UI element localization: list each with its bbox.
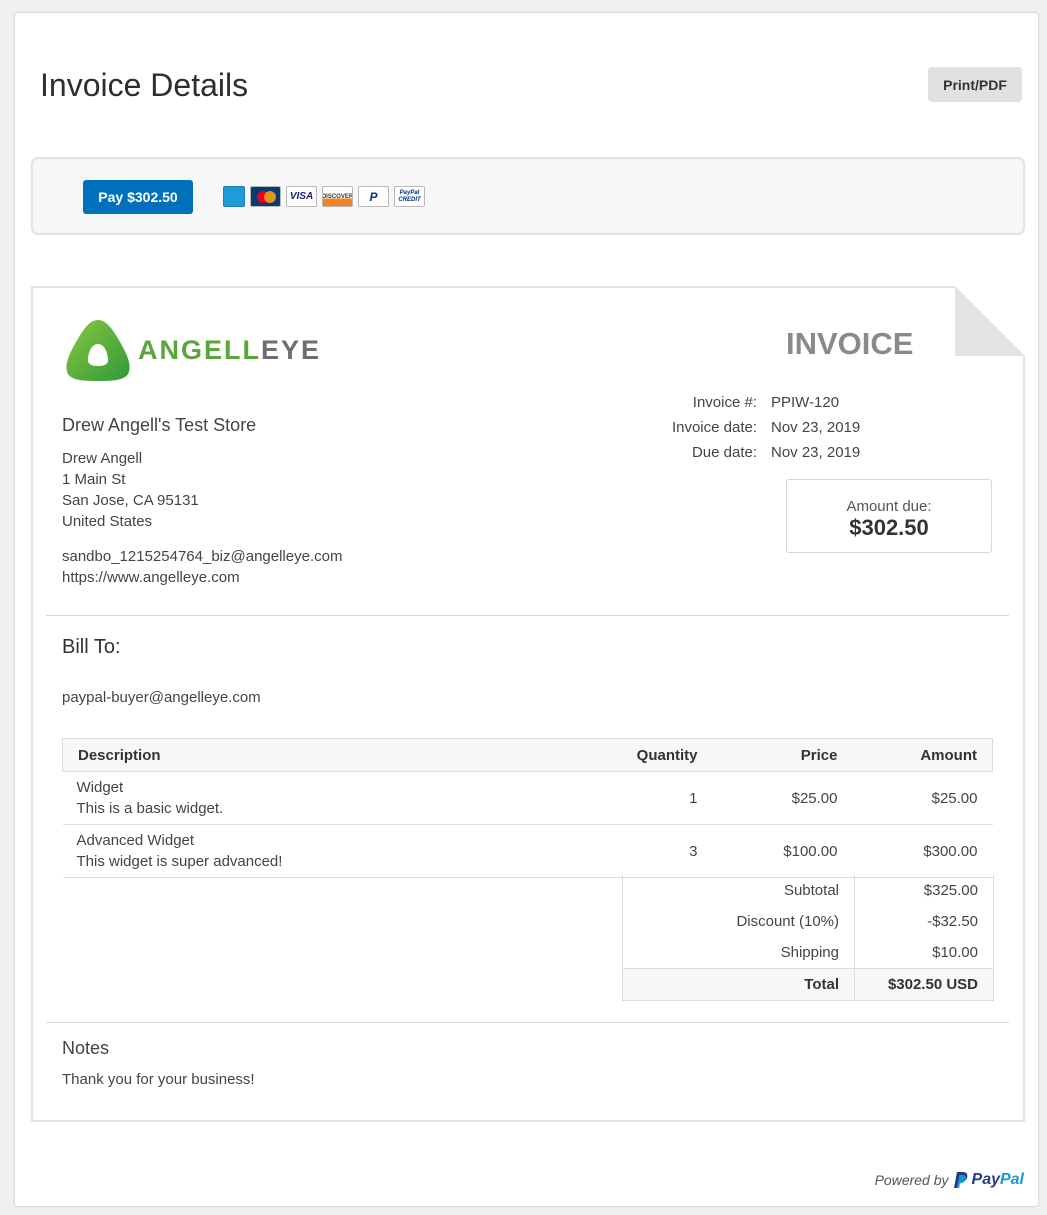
- visa-icon: VISA: [286, 186, 317, 207]
- col-amount: Amount: [837, 738, 993, 772]
- mastercard-icon: [250, 186, 281, 207]
- col-quantity: Quantity: [587, 738, 698, 772]
- amex-icon: [223, 186, 245, 207]
- merchant-country: United States: [62, 513, 153, 530]
- section-divider: [46, 615, 1009, 616]
- powered-by-label: Powered by: [874, 1172, 949, 1188]
- discover-icon: DISCOVER: [322, 186, 353, 207]
- angelleye-logo: ANGELLEYE: [64, 318, 321, 382]
- paypal-icon: P: [358, 186, 389, 207]
- invoice-document: ANGELLEYE INVOICE Drew Angell's Test Sto…: [31, 286, 1025, 1122]
- merchant-city: San Jose, CA 95131: [62, 492, 199, 509]
- item-name: Advanced Widget: [76, 832, 195, 849]
- amount-due-value: $302.50: [849, 515, 929, 540]
- invoice-date-row: Invoice date: Nov 23, 2019: [671, 419, 861, 436]
- invoice-heading: INVOICE: [786, 326, 914, 361]
- page-title: Invoice Details: [40, 67, 249, 103]
- item-price: $100.00: [697, 824, 838, 878]
- pay-button[interactable]: Pay $302.50: [83, 180, 193, 214]
- shipping-row: Shipping $10.00: [622, 937, 994, 968]
- page-fold-corner: [955, 286, 1025, 356]
- paypal-logo-icon: [953, 1172, 967, 1188]
- payment-panel: Pay $302.50 VISA DISCOVER P PayPal CREDI…: [31, 157, 1025, 235]
- item-description-cell: Widget This is a basic widget.: [62, 771, 588, 825]
- amount-due-box: Amount due: $302.50: [786, 479, 992, 553]
- section-divider: [46, 1022, 1009, 1023]
- angelleye-logo-icon: [66, 320, 130, 381]
- table-row: Advanced Widget This widget is super adv…: [62, 824, 993, 878]
- bill-to-heading: Bill To:: [62, 636, 121, 658]
- item-price: $25.00: [697, 771, 838, 825]
- due-date-row: Due date: Nov 23, 2019: [691, 444, 861, 461]
- table-header-row: Description Quantity Price Amount: [62, 738, 993, 772]
- total-value: $302.50 USD: [854, 967, 994, 1001]
- line-items-table: Description Quantity Price Amount Widget…: [62, 738, 993, 878]
- item-qty: 1: [587, 771, 698, 825]
- merchant-street: 1 Main St: [62, 471, 126, 488]
- invoice-number-row: Invoice #: PPIW-120: [692, 394, 840, 411]
- discount-row: Discount (10%) -$32.50: [622, 906, 994, 937]
- total-row: Total $302.50 USD: [622, 967, 994, 1001]
- item-desc: This widget is super advanced!: [76, 853, 283, 870]
- item-description-cell: Advanced Widget This widget is super adv…: [62, 824, 588, 878]
- paypal-wordmark: PayPal: [971, 1171, 1024, 1188]
- merchant-name: Drew Angell: [62, 450, 143, 467]
- logo-wordmark: ANGELLEYE: [138, 334, 322, 365]
- subtotal-row: Subtotal $325.00: [622, 875, 994, 906]
- bill-to-email: paypal-buyer@angelleye.com: [62, 689, 261, 706]
- item-amount: $25.00: [837, 771, 993, 825]
- merchant-address: Drew Angell 1 Main St San Jose, CA 95131…: [62, 448, 199, 532]
- amount-due-label: Amount due:: [846, 498, 932, 515]
- table-row: Widget This is a basic widget. 1 $25.00 …: [62, 771, 993, 825]
- item-amount: $300.00: [837, 824, 993, 878]
- item-name: Widget: [76, 779, 124, 796]
- merchant-website: https://www.angelleye.com: [62, 569, 240, 586]
- store-name: Drew Angell's Test Store: [62, 415, 257, 435]
- notes-heading: Notes: [62, 1038, 110, 1058]
- merchant-email: sandbo_1215254764_biz@angelleye.com: [62, 548, 343, 565]
- paypal-credit-icon: PayPal CREDIT: [394, 186, 425, 207]
- notes-text: Thank you for your business!: [62, 1071, 255, 1088]
- accepted-payment-icons: VISA DISCOVER P PayPal CREDIT: [223, 186, 425, 207]
- item-desc: This is a basic widget.: [76, 800, 224, 817]
- invoice-meta: Invoice #: PPIW-120 Invoice date: Nov 23…: [633, 394, 860, 469]
- powered-by-paypal: Powered by PayPal: [875, 1171, 1024, 1189]
- invoice-frame: Invoice Details Print/PDF Pay $302.50 VI…: [14, 12, 1039, 1207]
- col-price: Price: [697, 738, 838, 772]
- print-pdf-button[interactable]: Print/PDF: [928, 67, 1022, 102]
- merchant-contact: sandbo_1215254764_biz@angelleye.com http…: [62, 546, 342, 588]
- col-description: Description: [62, 738, 588, 772]
- totals-table: Subtotal $325.00 Discount (10%) -$32.50 …: [622, 875, 994, 1001]
- total-label: Total: [622, 967, 855, 1001]
- item-qty: 3: [587, 824, 698, 878]
